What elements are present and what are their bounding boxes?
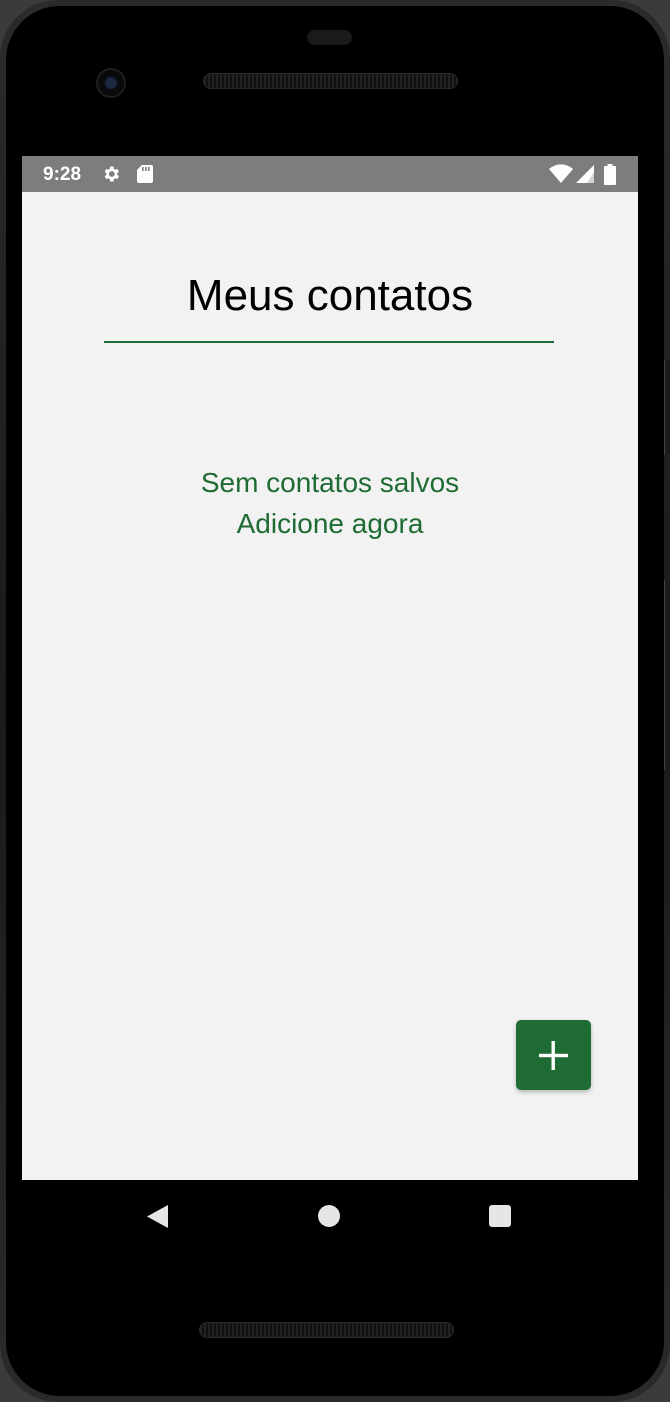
empty-state-message: Sem contatos salvos (200, 467, 460, 498)
recents-square-icon[interactable] (489, 1205, 511, 1227)
front-camera (96, 68, 126, 98)
device-frame: 9:28 Meus contatos Sem contatos salvos A… (0, 0, 670, 1402)
top-speaker-grille (203, 73, 458, 89)
plus-icon (539, 1041, 568, 1070)
side-button (664, 580, 670, 770)
earpiece-slot (307, 30, 352, 45)
volume-button (664, 360, 670, 455)
add-contact-button[interactable] (516, 1020, 591, 1090)
gear-icon (104, 166, 119, 182)
app-screen: 9:28 Meus contatos Sem contatos salvos A… (22, 156, 638, 1180)
empty-state-hint: Adicione agora (236, 508, 424, 539)
sd-card-icon (137, 165, 153, 183)
wifi-icon (549, 164, 573, 183)
signal-icon (576, 165, 594, 183)
battery-icon (604, 164, 616, 185)
title-divider (104, 341, 554, 343)
back-triangle-icon[interactable] (146, 1204, 170, 1229)
status-bar: 9:28 (22, 156, 638, 192)
home-circle-icon[interactable] (318, 1205, 340, 1227)
status-time: 9:28 (43, 164, 82, 185)
page-title: Meus contatos (186, 271, 474, 320)
bottom-speaker-grille (199, 1322, 454, 1338)
